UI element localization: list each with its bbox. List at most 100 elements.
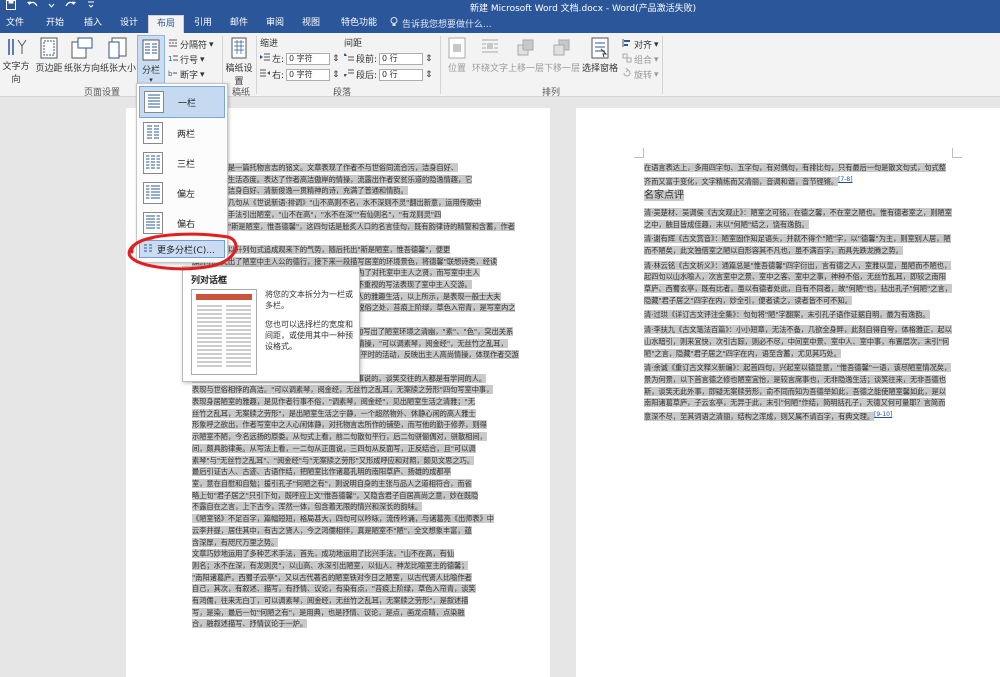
menu-item-label: 一栏 (178, 98, 197, 109)
tab-references[interactable]: 引用 (188, 15, 218, 33)
text-line: 云李并提，居住其中，有古之贤人，今之鸿儒相伴，真是陋室不"陋"，全文想象丰富，蕴 (192, 525, 522, 537)
text-direction-label: 文字方向 (2, 62, 30, 85)
commentary-paragraph: 清·李扶九《古文笔法百篇》：小小短章，无法不备，几欲全身畔，此刻自得自夸，体格雅… (644, 324, 952, 359)
orientation-button[interactable]: 纸张方向 (64, 37, 100, 74)
indent-left-input[interactable]: 0 字符 (286, 52, 331, 65)
page2-text[interactable]: 在语言表达上，多用四字句、五字句，有对偶句，有排比句，只有最后一句是散文句式，句… (644, 162, 952, 423)
redo-icon[interactable] (65, 0, 77, 13)
menu-item-label: 三栏 (177, 159, 196, 170)
commentary-text: 清·李扶九《古文笔法百篇》：小小短章，无法不备，几欲全身畔，此刻自得自夸，体格雅… (644, 325, 952, 358)
tell-me-text: 告诉我您想要做什么... (402, 20, 492, 30)
menu-item-two-columns[interactable]: 两栏 (139, 117, 225, 149)
line-numbers-button[interactable]: 1 行号 ▾ (168, 53, 205, 67)
line-text: 则名；水不在深，有龙则灵"，以山高、水深引出陋室，以仙人、神龙比喻室主的德馨； (192, 560, 469, 570)
text-line: 表现与世俗相悖的高洁。"可以调素琴，阅金经，无丝竹之乱耳，无案牍之劳形"四句写室… (192, 384, 522, 396)
send-backward-button[interactable]: 下移一层 (544, 37, 580, 74)
menu-item-right[interactable]: 偏右 (139, 207, 225, 239)
wrap-text-icon (482, 39, 498, 53)
text-line: 室，意在自慰和自勉；援引孔子"何陋之有"，则说明自身的主张与品人之道相符合，而省 (192, 478, 522, 490)
menu-item-three-columns[interactable]: 三栏 (139, 147, 225, 179)
wrap-text-button[interactable]: 环绕文字 (472, 37, 508, 74)
columns-label: 分栏 (141, 66, 160, 76)
tab-review[interactable]: 审阅 (260, 15, 290, 33)
tab-design[interactable]: 设计 (112, 15, 146, 33)
text-line: 表现了作者洁身自好、清新俊逸一贯精神的诗，充满了普通和情韵。 (192, 185, 522, 197)
text-line: 最后引证古人、古迹、古语作结，把陋室比作诸葛孔明的南阳草庐、扬雄的成都亭 (192, 466, 522, 478)
tab-layout[interactable]: 布局 (148, 15, 184, 33)
spinner-icon[interactable]: ⇕ (332, 54, 340, 64)
selection-pane-button[interactable]: 选择窗格 (582, 37, 618, 74)
reference-mark[interactable]: [7-8] (838, 176, 852, 183)
columns-tooltip: 列对话框 将您的文本拆分为一栏或多栏。 您也可以选择栏的宽度和间距，或使用其中一… (182, 266, 360, 382)
align-icon (622, 38, 632, 51)
tab-view[interactable]: 视图 (296, 15, 326, 33)
text-line: "南阳诸葛庐，西蜀子云亭"，又以古代著名的陋室铁对今日之陋室，以古代贤人比喻作者 (192, 572, 522, 584)
rotate-button[interactable]: 旋转 ▾ (622, 67, 659, 81)
margins-button[interactable]: 页边距 (34, 37, 64, 74)
rotate-icon (622, 67, 632, 81)
line-text: 自己，其次，有叙述、描写，有抒情、议论，有染有点，"苔痕上阶绿，草色入帘青，谈笑 (192, 584, 476, 594)
text-direction-button[interactable]: 文字方向 (0, 37, 32, 85)
menu-item-label: 两栏 (177, 129, 196, 140)
hyphenation-icon: b (168, 68, 178, 81)
tooltip-description: 将您的文本拆分为一栏或多栏。 您也可以选择栏的宽度和间距，或使用其中一种预设格式… (265, 289, 355, 352)
position-button[interactable]: 位置 (444, 37, 470, 74)
line-text: 《陋室铭》不足百字，篇幅短短，格局甚大，四句可以吟咏，流传吟诵，与诸葛亮《出师表… (192, 514, 494, 524)
spacing-after-input[interactable]: 0 行 (379, 68, 424, 81)
chevron-down-icon: ▾ (209, 39, 214, 50)
chevron-down-icon: ▾ (200, 54, 205, 65)
group-label: 组合 (634, 56, 653, 66)
text-line: 安贫乐道的生活态度。表达了作者高洁傲岸的情操，流露出作者安贫乐道的隐逸情趣，它 (192, 174, 522, 186)
commentary-list: 清·吴楚材、吴调侯《古文观止》：陋室之可铭，在德之馨，不在室之陋也。惟有德者室之… (644, 207, 952, 423)
line-text: 间，颇具韵律美。从写法上看，一二句从正面说，三四句从反面写，正反结合，且"可以调 (192, 443, 476, 453)
text-line: 形象呼之欲出，作者写室中之人心闲体静，对托物言志所作的铺垫，而写他的勤于修养，则… (192, 419, 522, 431)
indent-right-row: 右: 0 字符 ⇕ (260, 68, 340, 81)
tab-insert[interactable]: 插入 (76, 15, 110, 33)
hyphenation-button[interactable]: b 断字 ▾ (168, 68, 205, 82)
commentary-paragraph: 清·吴楚材、吴调侯《古文观止》：陋室之可铭，在德之馨，不在室之陋也。惟有德者室之… (644, 207, 952, 230)
line-text: "南阳诸葛庐，西蜀子云亭"，又以古代著名的陋室铁对今日之陋室，以古代贤人比喻作者 (192, 572, 472, 582)
baidu-watermark: Baidu经验 jingyan.baidu.com (770, 594, 994, 674)
menu-item-one-column[interactable]: 一栏 (139, 86, 225, 118)
customize-toolbar-icon[interactable] (87, 0, 95, 13)
line-text: 写，是染，最后一句"何陋之有"，是用典，也是抒情、议论，是点，画龙点睛，点染融 (192, 607, 465, 617)
breaks-button[interactable]: 分隔符 ▾ (168, 38, 214, 51)
tab-mailings[interactable]: 邮件 (224, 15, 254, 33)
more-columns-icon (143, 244, 153, 255)
chevron-down-icon: ▾ (200, 69, 205, 80)
document-page-2[interactable]: 在语言表达上，多用四字句、五字句，有对偶句，有排比句，只有最后一句是散文句式，句… (576, 108, 1000, 677)
text-line: 素琴"与"无丝竹之乱耳"、"阅金经"与"无案牍之劳形"又形成呼应和对照，颇见文思… (192, 455, 522, 467)
columns-icon (142, 39, 160, 61)
spinner-icon[interactable]: ⇕ (425, 54, 433, 64)
tab-file[interactable]: 文件 (0, 15, 30, 33)
spinner-icon[interactable]: ⇕ (332, 70, 340, 80)
line-numbers-label: 行号 (180, 56, 199, 66)
undo-icon[interactable] (26, 0, 38, 13)
spinner-icon[interactable]: ⇕ (425, 70, 433, 80)
group-button[interactable]: 组合 ▾ (622, 53, 659, 66)
rotate-label: 旋转 (634, 71, 653, 81)
page1-text[interactable]: 《陋室铭》是一篇托物言志的铭文。文章表现了作者不与世俗同流合污，洁身自好、 安贫乐… (192, 162, 522, 630)
text-line: 丝竹之乱耳，无案牍之劳形"，是出陋室生活之宁静，一个超然物外、休静心闲的高人雅士 (192, 408, 522, 420)
text-line: 示陋室不陋，今名远扬的原委。从句式上看，前二句散句平行，后二句骈俪偶对，骈散相间… (192, 431, 522, 443)
line-text: 加鲜明的突出了陋室中主人公的德行，接下来一段描写居室的环境景色，将德馨"联想诗类… (192, 256, 498, 266)
spacing-after-row: 段后: 0 行 ⇕ (343, 68, 433, 81)
tell-me-box[interactable]: 告诉我您想要做什么... (390, 17, 492, 30)
align-button[interactable]: 对齐 ▾ (622, 38, 659, 51)
indent-right-input[interactable]: 0 字符 (286, 68, 331, 81)
spacing-before-icon (343, 53, 354, 64)
tab-home[interactable]: 开始 (38, 15, 72, 33)
menu-item-left[interactable]: 偏左 (139, 177, 225, 209)
more-columns-button[interactable]: 更多分栏(C)... (139, 240, 225, 258)
text-line: 住于陋室，以升列句式追成观来下的气势，随后托出"斯是陋室，惟吾德馨"，便更 (192, 244, 522, 256)
line-text: 略上句"君子居之"只引下句，既呼应上文"惟吾德馨"，又隐含君子自居高尚之意，妙在… (192, 490, 479, 500)
chevron-down-icon[interactable] (48, 0, 55, 13)
columns-button[interactable]: 分栏 ▾ (137, 35, 165, 85)
bring-forward-button[interactable]: 上移一层 (508, 37, 544, 74)
draft-paper-button[interactable]: 稿纸设置 (224, 37, 254, 87)
size-button[interactable]: 纸张大小 (100, 37, 136, 74)
save-icon[interactable] (6, 0, 16, 13)
spacing-before-input[interactable]: 0 行 (379, 52, 424, 65)
reference-mark[interactable]: [9-10] (874, 411, 892, 418)
tab-special-features[interactable]: 特色功能 (334, 15, 384, 33)
